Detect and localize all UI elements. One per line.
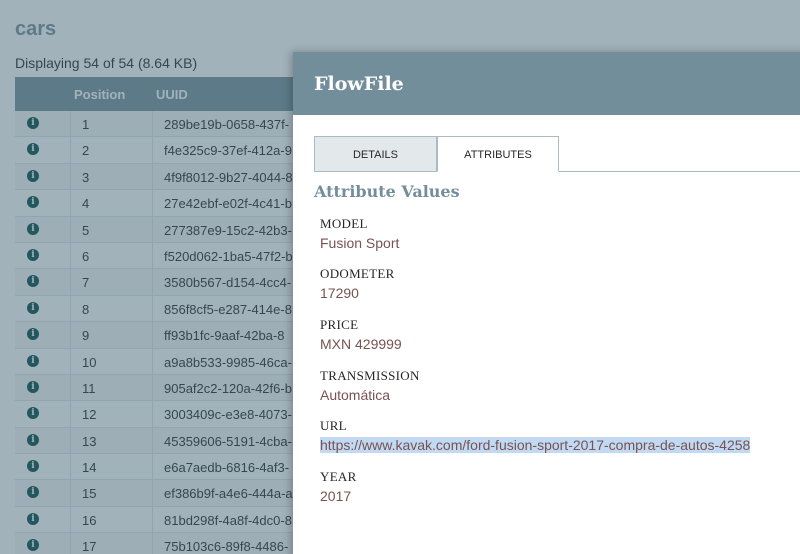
tab-details[interactable]: DETAILS bbox=[314, 136, 437, 172]
attribute-name: YEAR bbox=[320, 469, 357, 485]
attribute-value: Automática bbox=[320, 386, 391, 403]
attribute-list-content: MAKEFORDMODEL Fusion Sport ODOMETER 17290 PR… bbox=[320, 203, 800, 520]
dialog-tabs: DETAILS ATTRIBUTES bbox=[314, 136, 800, 172]
flowfile-dialog: FlowFile DETAILS ATTRIBUTES Attribute Va… bbox=[293, 52, 800, 554]
attribute-values-heading: Attribute Values bbox=[314, 182, 460, 201]
attribute-item: URL https://www.kavak.com/ford-fusion-spo… bbox=[320, 418, 800, 469]
attribute-name: URL bbox=[320, 418, 347, 434]
attribute-value: Fusion Sport bbox=[320, 234, 400, 251]
attribute-item: TRANSMISSION Automática bbox=[320, 368, 800, 419]
attribute-value[interactable]: https://www.kavak.com/ford-fusion-sport-… bbox=[320, 437, 751, 454]
attribute-item: YEAR 2017 bbox=[320, 469, 800, 520]
attribute-item: ODOMETER 17290 bbox=[320, 266, 800, 317]
attribute-item: PRICE MXN 429999 bbox=[320, 317, 800, 368]
attribute-name: PRICE bbox=[320, 317, 359, 333]
dialog-title: FlowFile bbox=[314, 73, 404, 95]
attribute-item: MODEL Fusion Sport bbox=[320, 216, 800, 267]
attribute-name: MODEL bbox=[320, 215, 368, 231]
attribute-item: MAKEFORD bbox=[320, 203, 800, 216]
attribute-value: 17290 bbox=[320, 285, 359, 302]
attribute-name: TRANSMISSION bbox=[320, 367, 420, 383]
attribute-value: 2017 bbox=[320, 488, 352, 505]
attribute-list[interactable]: MAKEFORDMODEL Fusion Sport ODOMETER 17290 PR… bbox=[320, 203, 800, 548]
attribute-value: MXN 429999 bbox=[320, 336, 402, 353]
tab-attributes[interactable]: ATTRIBUTES bbox=[437, 136, 559, 172]
dialog-header: FlowFile bbox=[293, 52, 800, 115]
attribute-name: ODOMETER bbox=[320, 266, 395, 282]
